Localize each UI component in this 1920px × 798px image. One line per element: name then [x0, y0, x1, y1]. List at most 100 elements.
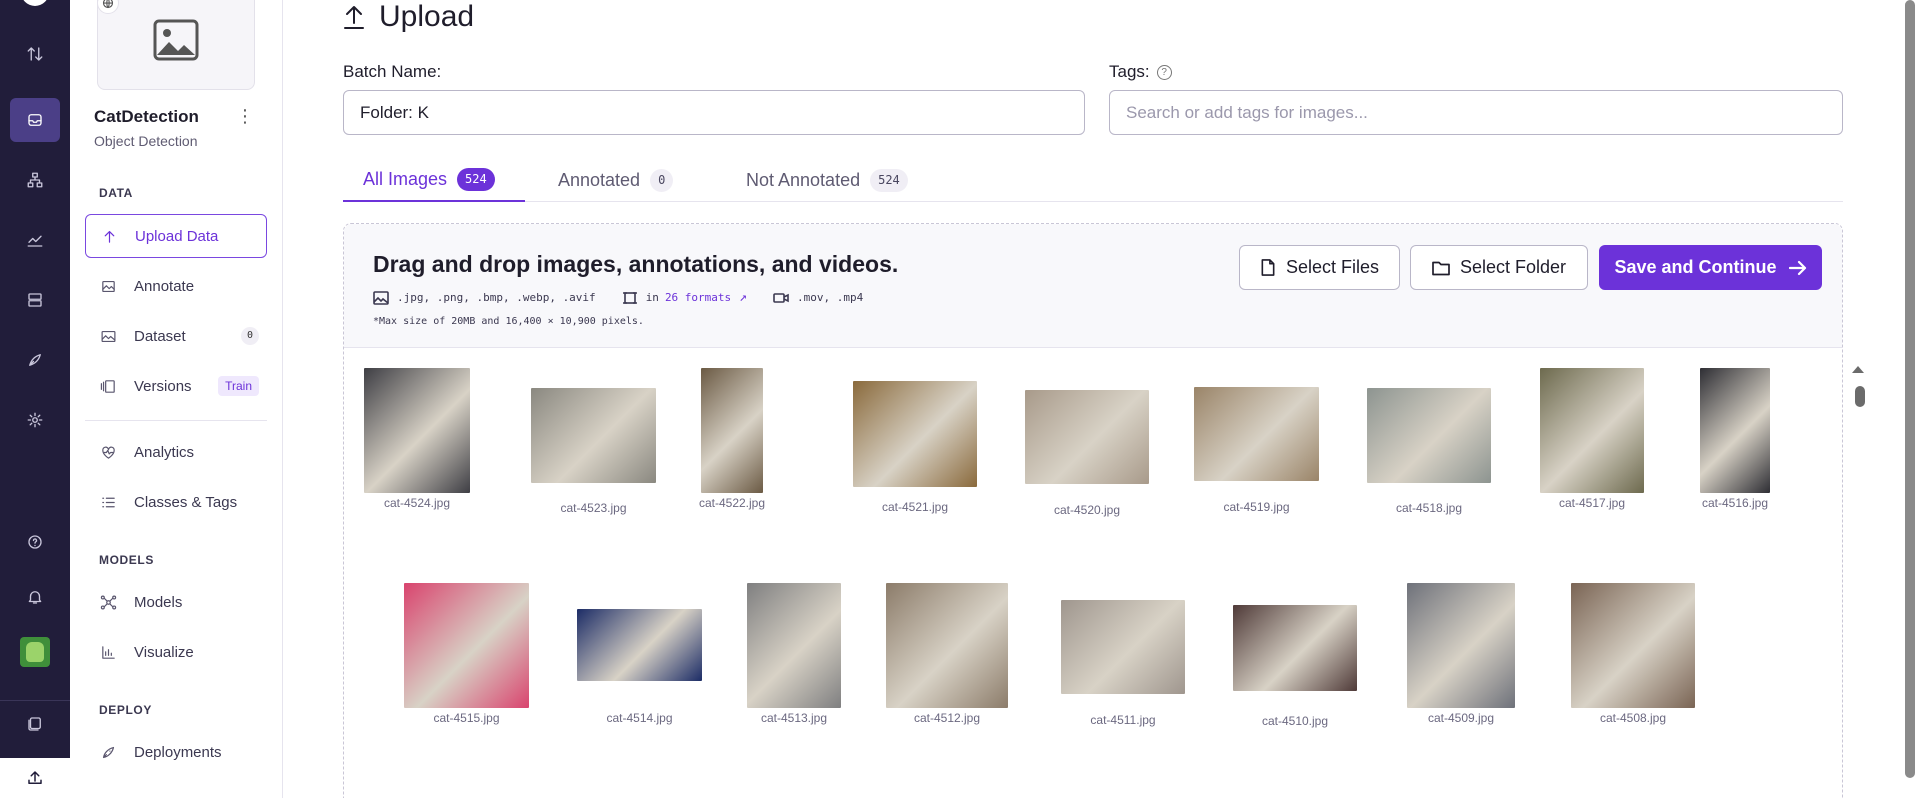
settings-icon[interactable]: [10, 398, 60, 442]
video-icon: [773, 292, 789, 303]
image-thumbnail[interactable]: cat-4522.jpg: [667, 368, 797, 510]
help-icon[interactable]: [10, 520, 60, 564]
batch-name-input[interactable]: [343, 90, 1085, 135]
project-type: Object Detection: [94, 133, 198, 149]
image-thumbnail[interactable]: cat-4511.jpg: [1058, 585, 1188, 727]
image-filter-tabs: All Images 524 Annotated 0 Not Annotated…: [343, 158, 1843, 202]
tags-search-input[interactable]: [1109, 90, 1843, 135]
transfer-icon[interactable]: [10, 32, 60, 76]
image-placeholder-icon: [153, 19, 199, 61]
page-title: Upload: [343, 0, 474, 34]
image-thumbnail[interactable]: cat-4512.jpg: [882, 583, 1012, 725]
heart-pulse-icon: [99, 443, 117, 461]
image-thumbnail[interactable]: cat-4521.jpg: [850, 372, 980, 514]
image-thumbnail[interactable]: cat-4509.jpg: [1396, 583, 1526, 725]
bounding-box-icon: [622, 291, 637, 304]
projects-icon[interactable]: [10, 98, 60, 142]
tab-annotated[interactable]: Annotated 0: [538, 158, 693, 202]
cat-photo: [1025, 390, 1149, 484]
image-frame: [529, 373, 659, 498]
upload-dropzone[interactable]: Drag and drop images, annotations, and v…: [343, 223, 1865, 798]
sidebar-item-visualize[interactable]: Visualize: [85, 630, 267, 674]
project-menu-icon[interactable]: ⋮: [236, 107, 254, 127]
tags-label: Tags: ?: [1109, 62, 1172, 82]
bell-icon[interactable]: [10, 575, 60, 619]
select-folder-button[interactable]: Select Folder: [1410, 245, 1588, 290]
cat-photo: [577, 609, 702, 681]
image-frame: [882, 583, 1012, 708]
image-thumbnail[interactable]: cat-4510.jpg: [1230, 586, 1360, 728]
image-thumbnail[interactable]: cat-4517.jpg: [1527, 368, 1657, 510]
image-filename: cat-4515.jpg: [433, 711, 500, 725]
sidebar-item-label: Deployments: [134, 743, 222, 761]
upload-icon[interactable]: [0, 758, 70, 798]
arrow-right-icon: [1788, 260, 1806, 275]
image-formats: .jpg, .png, .bmp, .webp, .avif: [373, 290, 596, 305]
formats-link[interactable]: 26 formats: [665, 291, 731, 304]
image-format-icon: [373, 290, 389, 305]
cat-photo: [886, 583, 1008, 708]
scroll-up-arrow[interactable]: [1852, 366, 1864, 373]
dataset-icon: [99, 327, 117, 345]
annotate-icon: [99, 277, 117, 295]
image-filename: cat-4514.jpg: [606, 710, 673, 725]
cat-photo: [1233, 605, 1357, 691]
batch-name-label-text: Batch Name:: [343, 62, 442, 81]
image-frame: [1396, 583, 1526, 708]
sidebar-item-versions[interactable]: Versions Train: [85, 364, 267, 408]
image-thumbnail[interactable]: cat-4515.jpg: [402, 583, 532, 725]
sidebar-item-dataset[interactable]: Dataset 0: [85, 314, 267, 358]
dropzone-header: Drag and drop images, annotations, and v…: [344, 224, 1842, 348]
sidebar-item-models[interactable]: Models: [85, 580, 267, 624]
save-and-continue-button[interactable]: Save and Continue: [1599, 245, 1822, 290]
sidebar-item-analytics[interactable]: Analytics: [85, 430, 267, 474]
image-filename: cat-4517.jpg: [1558, 496, 1626, 510]
sidebar-item-label: Versions: [134, 377, 192, 395]
workflows-icon[interactable]: [10, 158, 60, 202]
rail-divider: [0, 700, 70, 701]
page-scrollbar[interactable]: [1905, 0, 1915, 778]
image-frame: [667, 368, 797, 493]
sidebar-item-deployments[interactable]: Deployments: [85, 730, 267, 774]
tab-count-badge: 524: [457, 167, 495, 191]
image-thumbnail[interactable]: cat-4519.jpg: [1192, 372, 1322, 514]
train-badge[interactable]: Train: [218, 376, 259, 396]
image-frame: [1230, 586, 1360, 711]
icon-rail: [0, 0, 70, 798]
storage-icon[interactable]: [10, 278, 60, 322]
image-frame: [575, 583, 705, 708]
image-thumbnail[interactable]: cat-4513.jpg: [729, 583, 859, 725]
tab-not-annotated[interactable]: Not Annotated 524: [726, 158, 928, 202]
avatar[interactable]: [20, 637, 50, 667]
cat-photo: [1367, 388, 1491, 483]
external-link-icon[interactable]: ↗: [739, 290, 747, 305]
deploy-icon[interactable]: [10, 338, 60, 382]
image-frame: [1364, 373, 1494, 498]
image-frame: [850, 372, 980, 497]
tags-help-icon[interactable]: ?: [1156, 64, 1172, 80]
versions-icon: [99, 377, 117, 395]
image-filename: cat-4520.jpg: [1053, 502, 1121, 517]
image-thumbnail[interactable]: cat-4514.jpg: [575, 583, 705, 725]
tab-all-images[interactable]: All Images 524: [343, 158, 525, 202]
sidebar-item-annotate[interactable]: Annotate: [85, 264, 267, 308]
sidebar-item-upload-data[interactable]: Upload Data: [85, 214, 267, 258]
tab-label: Not Annotated: [746, 169, 861, 190]
image-thumbnail[interactable]: cat-4518.jpg: [1364, 373, 1494, 515]
image-frame: [1670, 368, 1800, 493]
analytics-icon[interactable]: [10, 218, 60, 262]
sidebar-item-classes-tags[interactable]: Classes & Tags: [85, 480, 267, 524]
grid-scrollbar[interactable]: [1855, 386, 1865, 407]
image-thumbnail[interactable]: cat-4523.jpg: [529, 373, 659, 515]
sidebar-divider: [85, 420, 267, 421]
annotation-prefix-text: in: [645, 291, 659, 304]
logo-icon[interactable]: [21, 0, 49, 6]
video-formats-text: .mov, .mp4: [797, 291, 864, 304]
image-thumbnail[interactable]: cat-4516.jpg: [1670, 368, 1800, 510]
image-thumbnail[interactable]: cat-4508.jpg: [1568, 583, 1698, 725]
select-files-button[interactable]: Select Files: [1239, 245, 1400, 290]
docs-icon[interactable]: [10, 702, 60, 746]
image-thumbnail[interactable]: cat-4524.jpg: [352, 368, 482, 510]
image-thumbnail[interactable]: cat-4520.jpg: [1022, 375, 1152, 517]
project-thumbnail[interactable]: [97, 0, 255, 90]
